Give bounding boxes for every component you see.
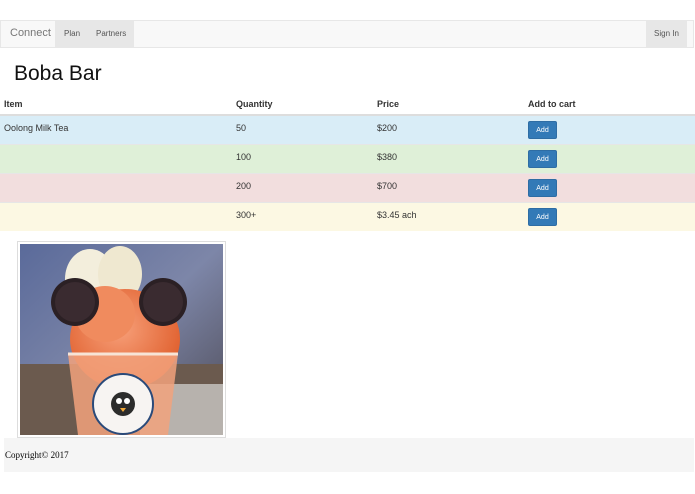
action-cell: Add	[524, 202, 695, 231]
copyright-text: Copyright© 2017	[5, 450, 69, 460]
column-header-item: Item	[0, 94, 232, 116]
quantity-cell: 50	[232, 114, 373, 145]
column-header-quantity: Quantity	[232, 94, 373, 116]
item-cell	[0, 144, 232, 174]
footer: Copyright© 2017	[4, 438, 694, 472]
action-cell: Add	[524, 114, 695, 145]
quantity-cell: 100	[232, 144, 373, 174]
sign-in-link[interactable]: Sign In	[654, 29, 679, 38]
table-row: 300+ $3.45 ach Add	[0, 202, 695, 231]
nav-link-partners[interactable]: Partners	[96, 29, 126, 38]
price-table: Item Quantity Price Add to cart Oolong M…	[0, 94, 695, 231]
quantity-cell: 300+	[232, 202, 373, 231]
dessert-photo	[20, 244, 223, 435]
table-row: 200 $700 Add	[0, 173, 695, 203]
item-cell	[0, 202, 232, 231]
add-to-cart-button[interactable]: Add	[528, 121, 557, 139]
action-cell: Add	[524, 144, 695, 174]
navbar-brand[interactable]: Connect	[10, 27, 51, 39]
column-header-add-to-cart: Add to cart	[524, 94, 695, 116]
navbar: Connect Plan Partners Sign In	[0, 20, 694, 48]
price-cell: $380	[373, 144, 524, 174]
column-header-price: Price	[373, 94, 524, 116]
page-title: Boba Bar	[14, 62, 102, 85]
price-cell: $200	[373, 114, 524, 145]
table-header-row: Item Quantity Price Add to cart	[0, 94, 695, 116]
nav-link-plan[interactable]: Plan	[64, 29, 80, 38]
table-row: Oolong Milk Tea 50 $200 Add	[0, 114, 695, 145]
add-to-cart-button[interactable]: Add	[528, 150, 557, 168]
action-cell: Add	[524, 173, 695, 203]
price-cell: $700	[373, 173, 524, 203]
dessert-photo-frame	[17, 241, 226, 438]
table-row: 100 $380 Add	[0, 144, 695, 174]
add-to-cart-button[interactable]: Add	[528, 208, 557, 226]
item-cell	[0, 173, 232, 203]
quantity-cell: 200	[232, 173, 373, 203]
add-to-cart-button[interactable]: Add	[528, 179, 557, 197]
price-cell: $3.45 ach	[373, 202, 524, 231]
item-cell: Oolong Milk Tea	[0, 114, 232, 145]
